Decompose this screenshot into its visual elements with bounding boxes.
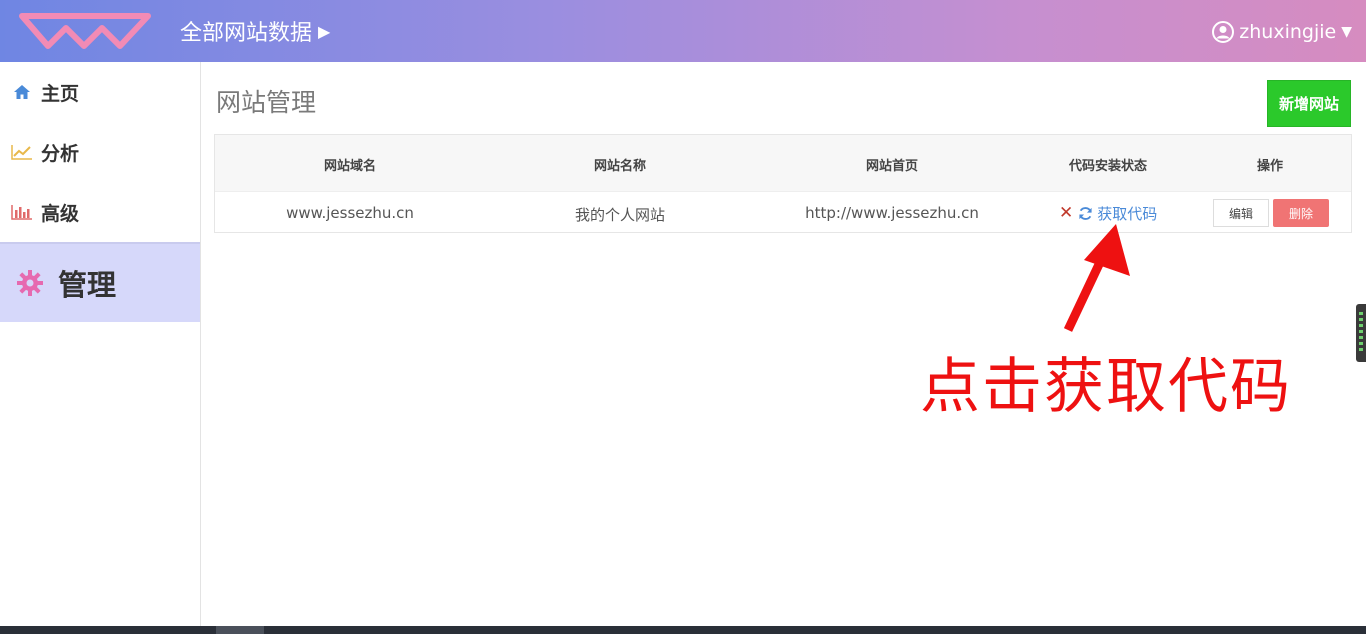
meter-bar — [1359, 348, 1363, 351]
user-menu[interactable]: zhuxingjie ▼ — [1212, 18, 1352, 46]
sidebar-item-label: 管理 — [58, 268, 117, 302]
sidebar-item-label: 高级 — [41, 202, 80, 225]
page-title: 网站管理 — [216, 88, 317, 117]
meter-bar — [1359, 336, 1363, 339]
edit-button[interactable]: 编辑 — [1213, 199, 1269, 227]
annotation-text: 点击获取代码 — [920, 352, 1292, 422]
column-header-homepage: 网站首页 — [865, 159, 918, 174]
app-root: 全部网站数据 ▶ zhuxingjie ▼ 主页 分析 高级 管理 网站管理 新… — [0, 0, 1366, 634]
gear-icon — [16, 269, 44, 297]
table-header-row: 网站域名 网站名称 网站首页 代码安装状态 操作 — [215, 135, 1351, 191]
websites-table: 网站域名 网站名称 网站首页 代码安装状态 操作 www.jessezhu.cn… — [214, 134, 1352, 233]
triangle-right-icon: ▶ — [318, 21, 331, 41]
column-header-actions: 操作 — [1256, 159, 1283, 174]
os-taskbar — [0, 626, 1366, 634]
home-icon — [11, 81, 33, 103]
username-label: zhuxingjie — [1239, 21, 1337, 43]
sidebar-item-analysis[interactable]: 分析 — [0, 122, 200, 182]
side-meter-widget[interactable] — [1356, 304, 1366, 362]
bar-chart-icon — [11, 201, 33, 223]
sidebar-item-label: 主页 — [41, 82, 80, 105]
top-header: 全部网站数据 ▶ zhuxingjie ▼ — [0, 0, 1366, 62]
column-header-domain: 网站域名 — [323, 159, 376, 174]
cell-domain: www.jessezhu.cn — [286, 204, 414, 222]
table-row: www.jessezhu.cn 我的个人网站 http://www.jessez… — [215, 191, 1351, 232]
column-header-status: 代码安装状态 — [1068, 159, 1147, 174]
sidebar: 主页 分析 高级 管理 — [0, 62, 201, 626]
meter-bar — [1359, 342, 1363, 345]
sidebar-item-advanced[interactable]: 高级 — [0, 182, 200, 242]
sidebar-item-manage[interactable]: 管理 — [0, 242, 200, 322]
cell-name: 我的个人网站 — [574, 206, 665, 224]
cell-homepage: http://www.jessezhu.cn — [805, 204, 979, 222]
add-website-button[interactable]: 新增网站 — [1267, 80, 1351, 127]
meter-bar — [1359, 324, 1363, 327]
site-selector-label: 全部网站数据 — [180, 21, 313, 46]
sidebar-item-home[interactable]: 主页 — [0, 62, 200, 122]
logo-icon[interactable] — [18, 10, 152, 52]
meter-bar — [1359, 330, 1363, 333]
taskbar-active-item[interactable] — [216, 626, 264, 634]
delete-button[interactable]: 删除 — [1273, 199, 1329, 227]
site-selector-dropdown[interactable]: 全部网站数据 ▶ — [180, 16, 330, 46]
annotation-arrow-icon — [1063, 224, 1130, 332]
sidebar-item-label: 分析 — [41, 142, 80, 165]
meter-bar — [1359, 312, 1363, 315]
user-avatar-icon — [1212, 21, 1235, 43]
column-header-name: 网站名称 — [593, 159, 646, 174]
meter-bar — [1359, 318, 1363, 321]
chevron-down-icon: ▼ — [1341, 24, 1352, 40]
line-chart-icon — [11, 141, 33, 163]
